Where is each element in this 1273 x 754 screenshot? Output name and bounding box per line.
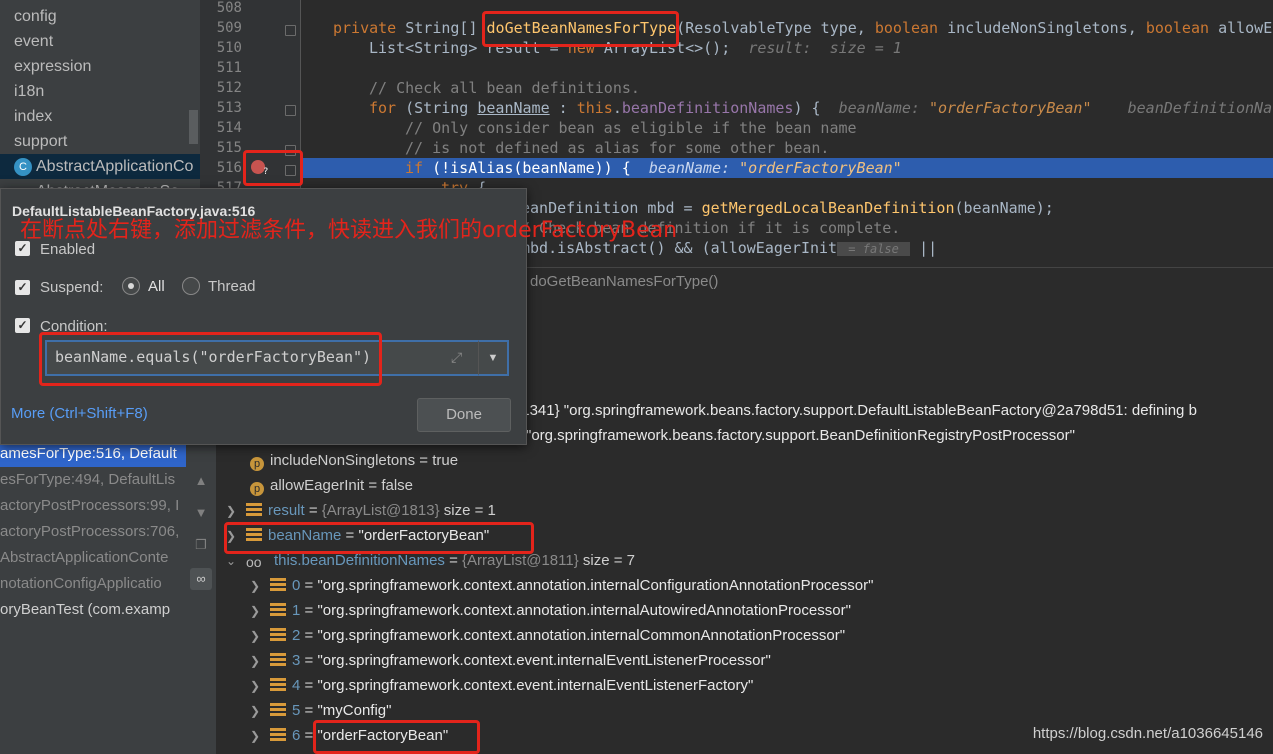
parameter-icon: p (250, 457, 264, 471)
annotation-box-breakpoint (243, 150, 303, 186)
var-type[interactable]: "org.springframework.beans.factory.suppo… (526, 423, 1075, 448)
field-icon (246, 503, 262, 517)
arrow-up-icon[interactable]: ▲ (190, 470, 212, 492)
suspend-all-label: All (148, 278, 165, 295)
line-number: 509 (216, 20, 242, 36)
line-number: 512 (216, 80, 242, 96)
expand-arrow-icon[interactable]: ❯ (250, 649, 270, 674)
expand-arrow-icon[interactable]: ❯ (250, 624, 270, 649)
line-number: 513 (216, 100, 242, 116)
code-line-513: for (String beanName : this.beanDefiniti… (369, 99, 1273, 117)
watch-glasses-icon: oo (246, 554, 262, 570)
frame-item[interactable]: notationConfigApplicatio (0, 571, 186, 597)
frame-item[interactable]: oryBeanTest (com.examp (0, 597, 186, 623)
more-link[interactable]: More (Ctrl+Shift+F8) (11, 405, 148, 422)
suspend-checkbox[interactable]: ✓ (15, 280, 30, 295)
line-number: 508 (216, 0, 242, 16)
debug-tool-strip: ▲ ▼ ❐ ∞ (186, 440, 217, 754)
tree-item-config[interactable]: config (0, 4, 200, 29)
expand-arrow-icon[interactable]: ❯ (250, 574, 270, 599)
copy-icon[interactable]: ❐ (190, 534, 212, 556)
frame-item[interactable]: actoryPostProcessors:706, (0, 519, 186, 545)
code-line-509: private String[] doGetBeanNamesForType(R… (333, 19, 1273, 37)
code-line-514: // Only consider bean as eligible if the… (405, 119, 857, 137)
condition-history-dropdown[interactable]: ▼ (478, 340, 509, 376)
tree-item-i18n[interactable]: i18n (0, 79, 200, 104)
code-line-515: // is not defined as alias for some othe… (405, 139, 830, 157)
frame-item[interactable]: actoryPostProcessors:99, I (0, 493, 186, 519)
project-scrollbar[interactable] (189, 110, 198, 144)
code-line-516: if (!isAlias(beanName)) { beanName: "ord… (405, 159, 902, 177)
field-icon (270, 603, 286, 617)
var-entry[interactable]: ❯ 2 = "org.springframework.context.annota… (250, 623, 845, 648)
frames-list: amesForType:516, Default esForType:494, … (0, 440, 186, 754)
frame-item[interactable]: AbstractApplicationConte (0, 545, 186, 571)
tree-item-event[interactable]: event (0, 29, 200, 54)
parameter-icon: p (250, 482, 264, 496)
project-tree: config event expression i18n index suppo… (0, 0, 200, 200)
done-button[interactable]: Done (417, 398, 511, 432)
line-number: 515 (216, 140, 242, 156)
field-icon (270, 628, 286, 642)
suspend-label: Suspend: (40, 279, 104, 296)
watches-icon[interactable]: ∞ (190, 568, 212, 590)
var-entry[interactable]: ❯ 1 = "org.springframework.context.annota… (250, 598, 851, 623)
var-this[interactable]: @1341} "org.springframework.beans.factor… (506, 398, 1197, 423)
line-number: 511 (216, 60, 242, 76)
expand-arrow-icon[interactable]: ❯ (250, 599, 270, 624)
var-entry[interactable]: ❯ 3 = "org.springframework.context.event.… (250, 648, 771, 673)
frame-item[interactable]: esForType:494, DefaultLis (0, 467, 186, 493)
field-icon (270, 653, 286, 667)
tree-item-abstract-application-context[interactable]: C AbstractApplicationCo (0, 154, 200, 179)
expand-arrow-icon[interactable]: ❯ (250, 674, 270, 699)
class-icon: C (14, 158, 32, 176)
var-entry[interactable]: ❯ 0 = "org.springframework.context.annota… (250, 573, 873, 598)
line-number: 514 (216, 120, 242, 136)
tree-item-support[interactable]: support (0, 129, 200, 154)
condition-checkbox[interactable]: ✓ (15, 318, 30, 333)
tree-item-index[interactable]: index (0, 104, 200, 129)
fold-marker-icon[interactable] (285, 25, 296, 36)
suspend-thread-radio[interactable] (182, 277, 200, 295)
suspend-thread-label: Thread (208, 278, 256, 295)
var-entry[interactable]: ❯ 4 = "org.springframework.context.event.… (250, 673, 753, 698)
line-number: 516 (216, 160, 242, 176)
annotation-caption: 在断点处右键，添加过滤条件，快读进入我们的orderFactoryBean (20, 218, 678, 243)
var-allow-eager-init[interactable]: p allowEagerInit = false (250, 473, 413, 498)
fold-marker-icon[interactable] (285, 105, 296, 116)
code-line-512: // Check all bean definitions. (369, 79, 640, 97)
field-icon (270, 578, 286, 592)
field-icon (270, 703, 286, 717)
expand-arrow-icon[interactable]: ❯ (250, 724, 270, 749)
expand-arrow-icon[interactable]: ❯ (250, 699, 270, 724)
expand-arrow-icon[interactable]: ❯ (226, 499, 246, 524)
field-icon (270, 728, 286, 742)
expand-editor-icon[interactable]: ⤢ (451, 349, 462, 366)
field-icon (270, 678, 286, 692)
arrow-down-icon[interactable]: ▼ (190, 502, 212, 524)
annotation-box-beanname (224, 522, 534, 554)
watermark: https://blog.csdn.net/a1036645146 (1032, 725, 1263, 742)
var-result[interactable]: ❯ result = {ArrayList@1813} size = 1 (226, 498, 496, 523)
annotation-box-entry6 (313, 720, 480, 754)
suspend-all-radio[interactable] (122, 277, 140, 295)
tree-item-expression[interactable]: expression (0, 54, 200, 79)
var-include-non-singletons[interactable]: p includeNonSingletons = true (250, 448, 458, 473)
line-number: 510 (216, 40, 242, 56)
annotation-box-method (482, 11, 679, 47)
annotation-box-condition (39, 332, 382, 386)
